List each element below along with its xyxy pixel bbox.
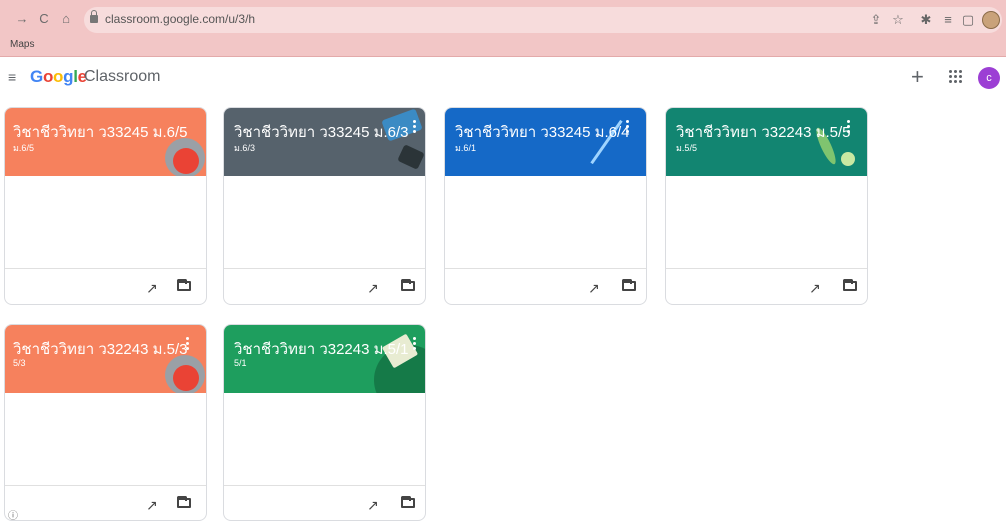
card-title[interactable]: วิชาชีววิทยา ว33245 ม.6/4 — [455, 120, 630, 144]
class-card[interactable]: วิชาชีววิทยา ว32243 ม.5/5 ม.5/5 ↗ — [665, 107, 868, 305]
card-section: ม.6/1 — [455, 143, 476, 153]
class-card[interactable]: วิชาชีววิทยา ว32243 ม.5/1 5/1 ↗ — [223, 324, 426, 521]
profile-avatar[interactable] — [982, 11, 1000, 29]
browser-toolbar: → C ⌂ classroom.google.com/u/3/h ⇪ ☆ ✱ ≡… — [0, 0, 1006, 57]
class-card[interactable]: วิชาชีววิทยา ว33245 ม.6/5 ม.6/5 ↗ — [4, 107, 207, 305]
extensions-icon[interactable]: ✱ — [918, 12, 934, 28]
folder-icon[interactable] — [177, 496, 191, 508]
url-text: classroom.google.com/u/3/h — [105, 12, 256, 26]
card-title[interactable]: วิชาชีววิทยา ว33245 ม.6/3 — [234, 120, 409, 144]
card-section: ม.6/3 — [234, 143, 255, 153]
trending-up-icon[interactable]: ↗ — [146, 497, 158, 514]
card-header[interactable]: วิชาชีววิทยา ว32243 ม.5/5 ม.5/5 — [666, 108, 867, 176]
trending-up-icon[interactable]: ↗ — [809, 280, 821, 297]
trending-up-icon[interactable]: ↗ — [367, 280, 379, 297]
help-icon[interactable]: ⓘ — [8, 507, 18, 522]
class-card[interactable]: วิชาชีววิทยา ว32243 ม.5/3 5/3 ↗ — [4, 324, 207, 521]
forward-icon[interactable]: → — [14, 10, 30, 28]
card-header[interactable]: วิชาชีววิทยา ว33245 ม.6/3 ม.6/3 — [224, 108, 425, 176]
folder-icon[interactable] — [401, 496, 415, 508]
bookmark-maps[interactable]: Maps — [10, 39, 34, 50]
app-header: ≡ Google Classroom + c — [0, 57, 1006, 97]
card-section: 5/1 — [234, 358, 247, 368]
home-icon[interactable]: ⌂ — [58, 10, 74, 28]
share-icon[interactable]: ⇪ — [868, 12, 884, 28]
trending-up-icon[interactable]: ↗ — [146, 280, 158, 297]
trending-up-icon[interactable]: ↗ — [588, 280, 600, 297]
card-title[interactable]: วิชาชีววิทยา ว32243 ม.5/1 — [234, 337, 409, 361]
side-panel-icon[interactable]: ▢ — [960, 12, 976, 28]
more-options-icon[interactable] — [186, 337, 190, 351]
folder-icon[interactable] — [622, 279, 636, 291]
class-card[interactable]: วิชาชีววิทยา ว33245 ม.6/3 ม.6/3 ↗ — [223, 107, 426, 305]
card-title[interactable]: วิชาชีววิทยา ว32243 ม.5/5 — [676, 120, 851, 144]
folder-icon[interactable] — [177, 279, 191, 291]
google-logo[interactable]: Google — [30, 67, 87, 87]
card-footer: ↗ — [224, 268, 425, 304]
lock-icon — [90, 10, 98, 23]
card-footer: ↗ — [5, 268, 206, 304]
card-footer: ↗ — [5, 485, 206, 520]
menu-icon[interactable]: ≡ — [8, 69, 16, 85]
card-section: 5/3 — [13, 358, 26, 368]
bookmark-star-icon[interactable]: ☆ — [890, 12, 906, 28]
reading-list-icon[interactable]: ≡ — [940, 12, 956, 27]
more-options-icon[interactable] — [413, 120, 417, 134]
reload-icon[interactable]: C — [36, 10, 52, 28]
product-name[interactable]: Classroom — [84, 68, 160, 86]
class-card[interactable]: วิชาชีววิทยา ว33245 ม.6/4 ม.6/1 ↗ — [444, 107, 647, 305]
plus-icon[interactable]: + — [911, 64, 924, 90]
more-options-icon[interactable] — [626, 120, 630, 134]
card-section: ม.6/5 — [13, 143, 34, 153]
trending-up-icon[interactable]: ↗ — [367, 497, 379, 514]
card-footer: ↗ — [666, 268, 867, 304]
apps-grid-icon[interactable] — [949, 70, 963, 84]
more-options-icon[interactable] — [413, 337, 417, 351]
user-avatar[interactable]: c — [978, 67, 1000, 89]
card-header[interactable]: วิชาชีววิทยา ว33245 ม.6/4 ม.6/1 — [445, 108, 646, 176]
address-bar[interactable]: classroom.google.com/u/3/h ⇪ ☆ ✱ ≡ ▢ — [84, 7, 1002, 33]
card-header[interactable]: วิชาชีววิทยา ว32243 ม.5/3 5/3 — [5, 325, 206, 393]
more-options-icon[interactable] — [847, 120, 851, 134]
card-header[interactable]: วิชาชีววิทยา ว32243 ม.5/1 5/1 — [224, 325, 425, 393]
card-section: ม.5/5 — [676, 143, 697, 153]
card-title[interactable]: วิชาชีววิทยา ว32243 ม.5/3 — [13, 337, 188, 361]
folder-icon[interactable] — [401, 279, 415, 291]
card-footer: ↗ — [224, 485, 425, 520]
card-footer: ↗ — [445, 268, 646, 304]
card-header[interactable]: วิชาชีววิทยา ว33245 ม.6/5 ม.6/5 — [5, 108, 206, 176]
card-title[interactable]: วิชาชีววิทยา ว33245 ม.6/5 — [13, 120, 188, 144]
folder-icon[interactable] — [843, 279, 857, 291]
